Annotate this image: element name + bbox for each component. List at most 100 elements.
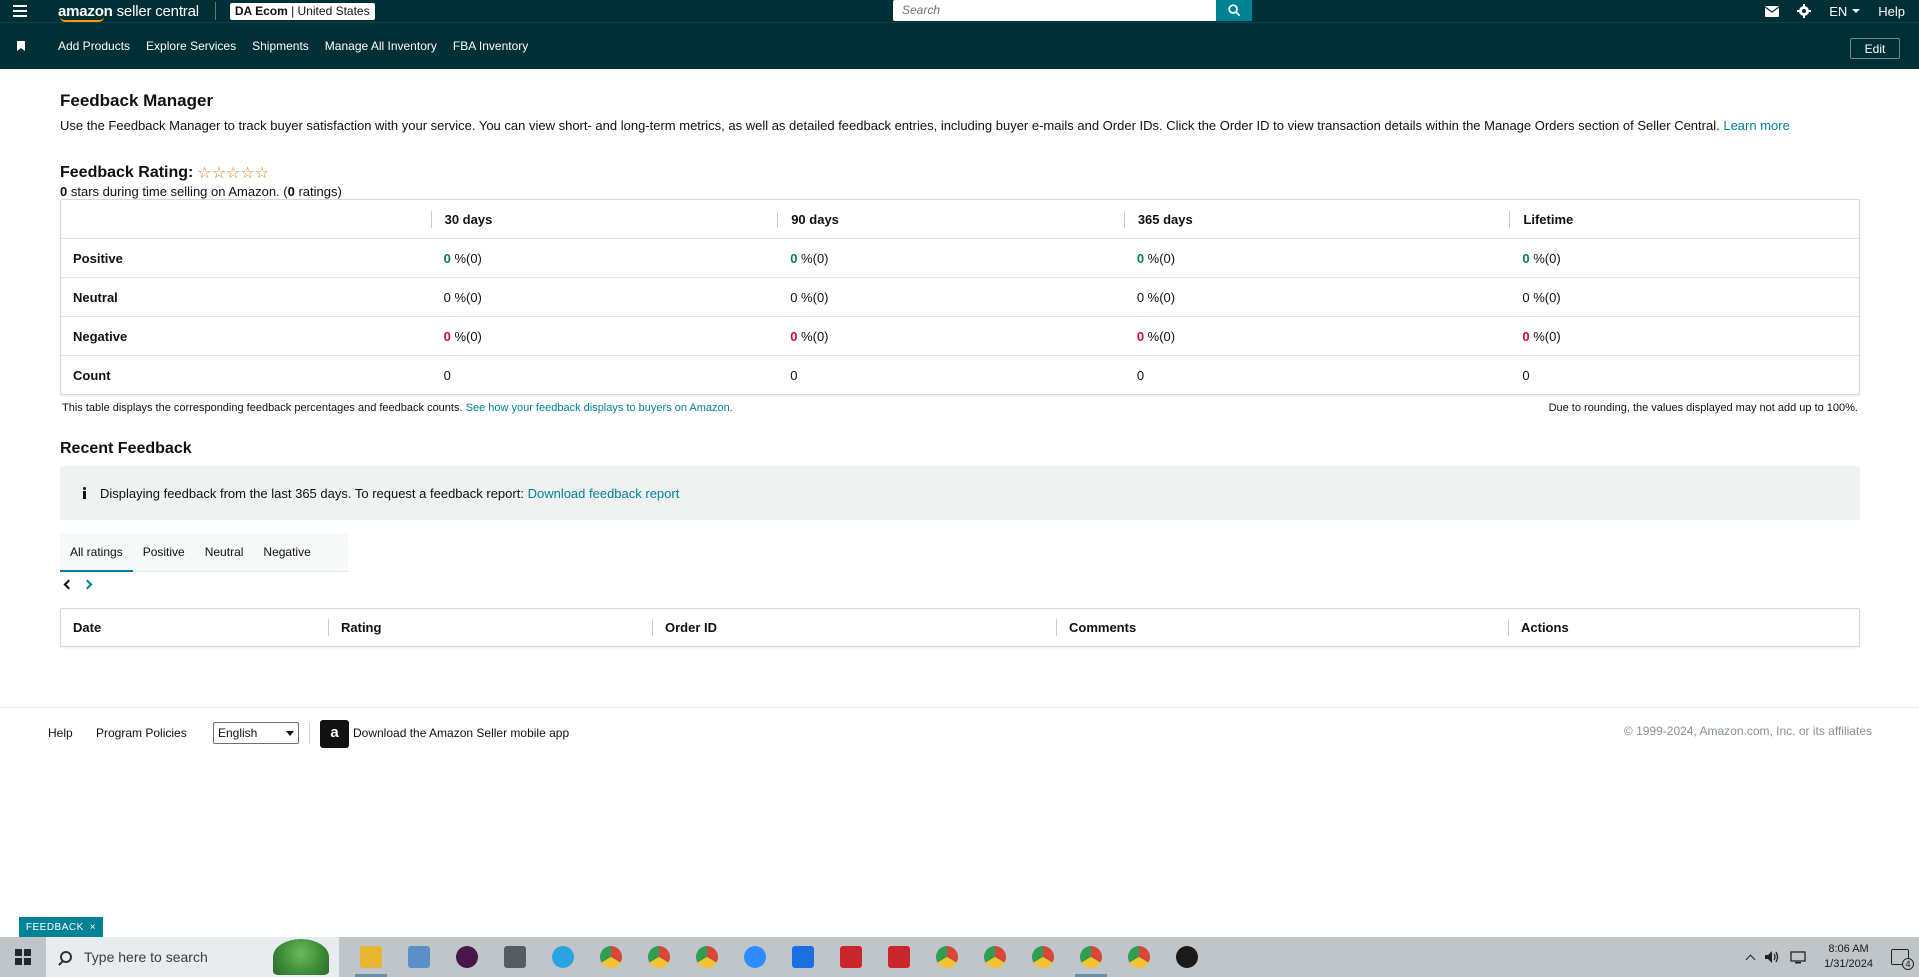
feedback-display-link[interactable]: See how your feedback displays to buyers…	[466, 402, 733, 414]
taskbar-app[interactable]	[971, 937, 1019, 977]
taskbar-app[interactable]	[635, 937, 683, 977]
record-icon	[1176, 946, 1198, 968]
table-row-negative: Negative 0 %(0) 0 %(0) 0 %(0) 0 %(0)	[61, 316, 1859, 355]
table-note: This table displays the corresponding fe…	[62, 402, 733, 414]
taskbar-app[interactable]	[923, 937, 971, 977]
taskbar-app[interactable]	[875, 937, 923, 977]
notification-icon[interactable]: 4	[1891, 949, 1914, 970]
feedback-widget-button[interactable]: FEEDBACK ×	[19, 917, 103, 937]
chrome-icon	[600, 946, 622, 968]
taskbar-app[interactable]	[731, 937, 779, 977]
tab-all-ratings[interactable]: All ratings	[60, 534, 133, 572]
taskbar-app[interactable]	[779, 937, 827, 977]
column-header-order-id[interactable]: Order ID	[652, 619, 1056, 636]
divider	[214, 2, 216, 20]
copyright: © 1999-2024, Amazon.com, Inc. or its aff…	[1623, 724, 1872, 738]
metric-value: 0	[1136, 328, 1145, 344]
taskbar-search[interactable]: Type here to search	[46, 937, 339, 977]
chevron-up-icon[interactable]	[1745, 954, 1756, 964]
network-icon[interactable]	[1790, 950, 1806, 964]
footer: Help Program Policies English a Download…	[0, 707, 1919, 757]
mobile-app-link[interactable]: Download the Amazon Seller mobile app	[353, 726, 569, 740]
clock[interactable]: 8:06 AM 1/31/2024	[1824, 942, 1873, 972]
taskbar-app[interactable]	[347, 937, 395, 977]
nav-item-explore-services[interactable]: Explore Services	[146, 39, 236, 53]
nav-item-add-products[interactable]: Add Products	[58, 39, 130, 53]
taskbar-app[interactable]	[1019, 937, 1067, 977]
language-selector[interactable]: EN	[1829, 4, 1861, 19]
nav-bar: Add Products Explore Services Shipments …	[0, 22, 1919, 69]
edit-nav-button[interactable]: Edit	[1850, 38, 1900, 59]
language-select[interactable]: English	[213, 722, 299, 744]
download-report-link[interactable]: Download feedback report	[528, 486, 680, 501]
notepad-icon	[408, 946, 430, 968]
mail-icon[interactable]	[1765, 5, 1780, 17]
metric-value: 0	[443, 328, 451, 344]
chrome-icon	[1080, 946, 1102, 968]
tab-neutral[interactable]: Neutral	[195, 534, 254, 572]
star-rating-icon: ☆☆☆☆☆	[197, 165, 270, 182]
row-label: Positive	[73, 250, 123, 266]
page-title: Feedback Manager	[60, 91, 214, 110]
chevron-right-icon[interactable]	[82, 579, 93, 590]
gear-icon[interactable]	[1797, 4, 1812, 18]
volume-icon[interactable]	[1764, 950, 1780, 964]
metric-value: 0	[1522, 250, 1530, 266]
row-label: Negative	[73, 328, 128, 344]
search-input[interactable]: Search	[893, 0, 1216, 21]
menu-icon[interactable]	[0, 0, 40, 22]
taskbar-app[interactable]	[683, 937, 731, 977]
chrome-icon	[1128, 946, 1150, 968]
chrome-icon	[696, 946, 718, 968]
nav-item-shipments[interactable]: Shipments	[252, 39, 309, 53]
table-row-positive: Positive 0 %(0) 0 %(0) 0 %(0) 0 %(0)	[61, 238, 1859, 277]
bookmark-icon[interactable]	[17, 41, 25, 51]
column-header: 90 days	[777, 210, 1124, 228]
nav-item-manage-inventory[interactable]: Manage All Inventory	[325, 39, 437, 53]
chevron-down-icon	[1852, 9, 1861, 13]
column-header-actions: Actions	[1508, 619, 1859, 636]
help-link[interactable]: Help	[1878, 4, 1905, 19]
page-intro: Use the Feedback Manager to track buyer …	[60, 118, 1790, 133]
chevron-left-icon[interactable]	[63, 579, 74, 590]
chrome-icon	[1032, 946, 1054, 968]
amazon-app-icon[interactable]: a	[320, 720, 349, 748]
start-button[interactable]	[0, 937, 46, 977]
close-icon[interactable]: ×	[90, 922, 96, 933]
program-policies-link[interactable]: Program Policies	[96, 726, 187, 740]
learn-more-link[interactable]: Learn more	[1723, 118, 1789, 133]
rounding-note: Due to rounding, the values displayed ma…	[1548, 402, 1858, 414]
amazon-seller-central-logo[interactable]: amazon seller central	[58, 3, 199, 22]
taskbar-app[interactable]	[1163, 937, 1211, 977]
taskbar-app[interactable]	[443, 937, 491, 977]
pagination	[63, 577, 93, 590]
column-header-rating[interactable]: Rating	[328, 619, 652, 636]
taskbar-app[interactable]	[395, 937, 443, 977]
telegram-icon	[552, 946, 574, 968]
feedback-rating-heading: Feedback Rating: ☆☆☆☆☆	[60, 164, 270, 182]
taskbar-app[interactable]	[587, 937, 635, 977]
search-highlight-image	[273, 939, 329, 975]
taskbar-app[interactable]	[1067, 937, 1115, 977]
account-switcher[interactable]: DA Ecom | United States	[229, 2, 375, 20]
taskbar-app[interactable]	[827, 937, 875, 977]
tab-positive[interactable]: Positive	[133, 534, 195, 572]
tab-negative[interactable]: Negative	[253, 534, 320, 572]
metric-value: 0	[443, 367, 451, 383]
taskbar-app[interactable]	[491, 937, 539, 977]
column-header: 30 days	[430, 210, 778, 228]
info-icon	[82, 487, 86, 499]
recent-feedback-table: Date Rating Order ID Comments Actions	[60, 608, 1860, 647]
search-button[interactable]	[1216, 0, 1252, 21]
top-bar: amazon seller central DA Ecom | United S…	[0, 0, 1919, 22]
metric-value: 0	[1522, 367, 1530, 383]
metric-value: 0	[1522, 289, 1530, 305]
taskbar-app[interactable]	[539, 937, 587, 977]
column-header-date[interactable]: Date	[61, 619, 328, 636]
metric-value: 0	[443, 289, 451, 305]
footer-help-link[interactable]: Help	[48, 726, 73, 740]
chrome-icon	[648, 946, 670, 968]
nav-item-fba-inventory[interactable]: FBA Inventory	[453, 39, 528, 53]
metric-value: 0	[790, 367, 798, 383]
taskbar-app[interactable]	[1115, 937, 1163, 977]
